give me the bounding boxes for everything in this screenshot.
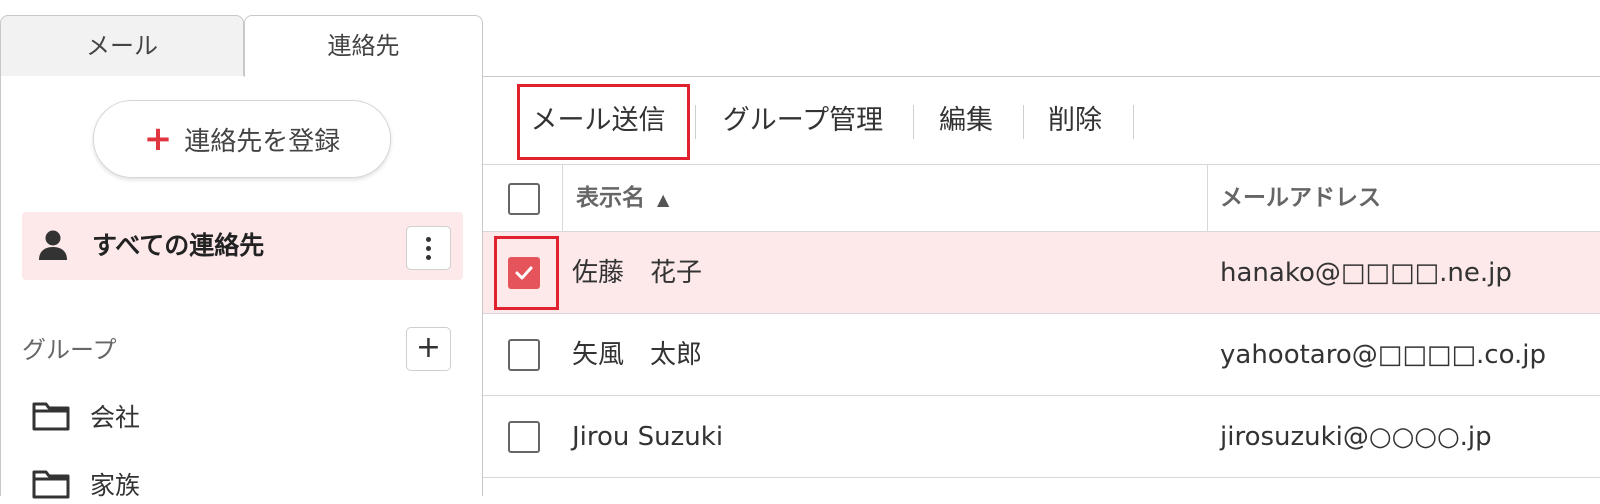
toolbar-separator bbox=[1133, 105, 1134, 139]
column-header-email[interactable]: メールアドレス bbox=[1220, 165, 1381, 232]
kebab-icon bbox=[426, 236, 431, 242]
folder-icon bbox=[32, 402, 70, 431]
checkbox-highlight bbox=[494, 236, 559, 310]
sidebar-group-family[interactable]: 家族 bbox=[32, 464, 140, 504]
contact-name: Jirou Suzuki bbox=[572, 422, 724, 452]
row-checkbox[interactable] bbox=[508, 421, 540, 453]
tab-contacts[interactable]: 連絡先 bbox=[244, 15, 483, 77]
select-all-checkbox[interactable] bbox=[508, 183, 540, 215]
contact-email: yahootaro@□□□□.co.jp bbox=[1220, 340, 1547, 370]
plus-icon: + bbox=[143, 119, 173, 159]
column-divider bbox=[562, 165, 563, 232]
all-contacts-label: すべての連絡先 bbox=[92, 231, 265, 260]
send-mail-highlight bbox=[517, 84, 690, 160]
delete-button[interactable]: 削除 bbox=[1038, 77, 1112, 165]
sidebar-item-all-contacts[interactable]: すべての連絡先 bbox=[22, 212, 463, 280]
plus-icon: + bbox=[415, 330, 442, 365]
toolbar-separator bbox=[695, 105, 696, 139]
group-label: 家族 bbox=[90, 471, 141, 500]
sidebar-group-company[interactable]: 会社 bbox=[32, 396, 140, 436]
group-manage-button[interactable]: グループ管理 bbox=[713, 77, 893, 165]
more-options-button[interactable] bbox=[406, 226, 451, 270]
column-divider bbox=[1207, 165, 1208, 232]
add-contact-button[interactable]: + 連絡先を登録 bbox=[93, 100, 391, 178]
add-group-button[interactable]: + bbox=[406, 327, 451, 371]
toolbar-separator bbox=[1023, 105, 1024, 139]
row-checkbox[interactable] bbox=[508, 339, 540, 371]
add-contact-label: 連絡先を登録 bbox=[184, 126, 341, 157]
contact-email: jirosuzuki@○○○○.jp bbox=[1220, 422, 1492, 452]
sort-ascending-icon: ▲ bbox=[657, 190, 670, 209]
person-icon bbox=[39, 230, 67, 260]
column-header-name[interactable]: 表示名 ▲ bbox=[576, 165, 669, 232]
group-label: 会社 bbox=[90, 403, 141, 432]
folder-icon bbox=[32, 470, 70, 499]
contact-email: hanako@□□□□.ne.jp bbox=[1220, 258, 1512, 288]
edit-button[interactable]: 編集 bbox=[929, 77, 1003, 165]
contact-name: 佐藤 花子 bbox=[572, 258, 703, 288]
groups-heading: グループ bbox=[22, 336, 117, 364]
contact-name: 矢風 太郎 bbox=[572, 340, 703, 370]
toolbar-separator bbox=[913, 105, 914, 139]
tab-mail[interactable]: メール bbox=[0, 15, 244, 77]
